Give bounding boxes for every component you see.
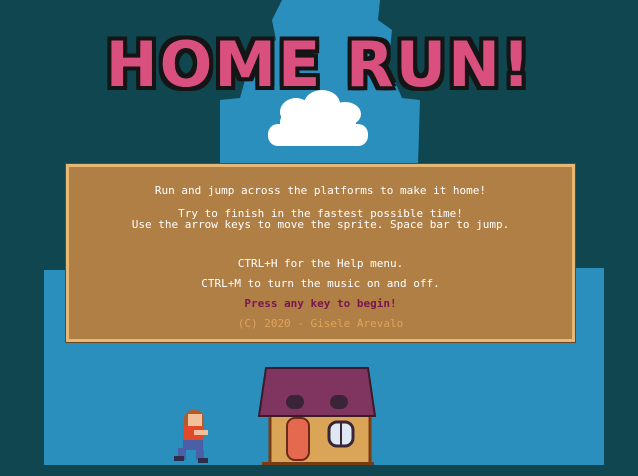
ground	[0, 465, 638, 476]
copyright-credit: (C) 2020 - Gisele Arevalo	[237, 317, 404, 330]
game-title: HOME RUN!	[105, 28, 533, 101]
instructions-panel: Run and jump across the platforms to mak…	[66, 164, 575, 342]
instruction-goal: Run and jump across the platforms to mak…	[154, 184, 487, 197]
instruction-music: CTRL+M to turn the music on and off.	[201, 277, 440, 290]
start-prompt[interactable]: Press any key to begin!	[69, 298, 572, 310]
instruction-controls: Use the arrow keys to move the sprite. S…	[131, 218, 510, 231]
house-icon	[257, 367, 377, 468]
instruction-help: CTRL+H for the Help menu.	[237, 257, 404, 270]
